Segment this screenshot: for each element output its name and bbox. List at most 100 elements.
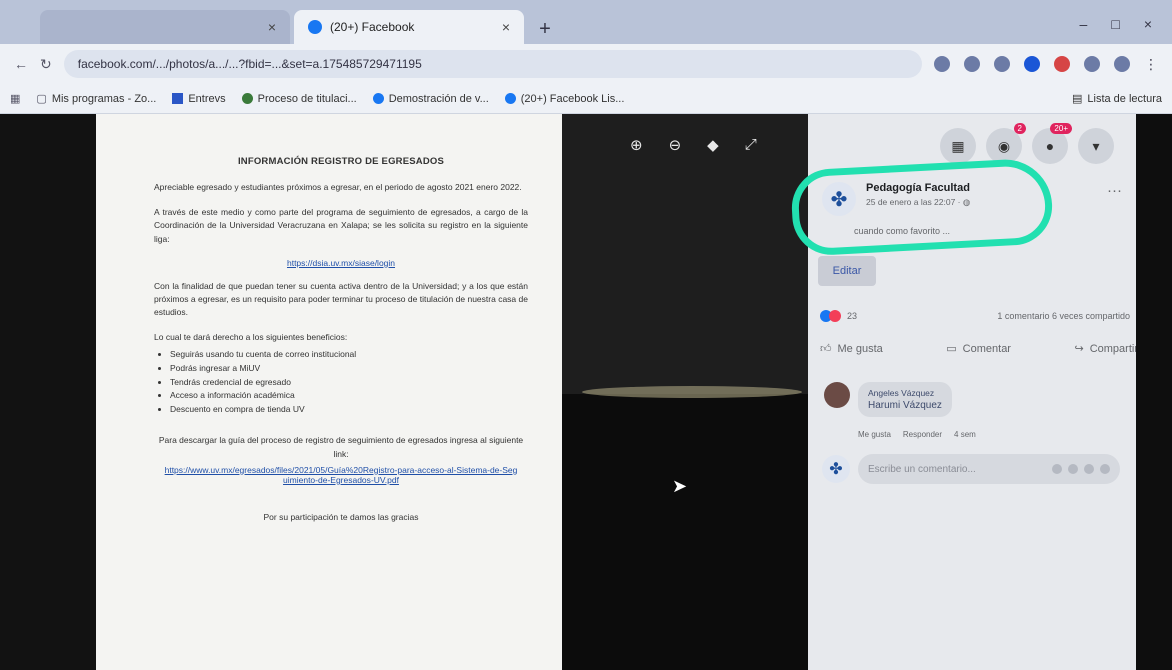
- comment-placeholder: Escribe un comentario...: [868, 463, 976, 475]
- bookmark-item[interactable]: Demostración de v...: [372, 93, 489, 105]
- post-meta: Pedagogía Facultad 25 de enero a las 22:…: [866, 182, 970, 208]
- puzzle-icon[interactable]: [1084, 56, 1100, 72]
- close-window-icon[interactable]: ×: [1144, 16, 1152, 32]
- star-icon[interactable]: [964, 56, 980, 72]
- facebook-post-panel: ▦ ◉ 2 ● 20+ ▾ ✤ Pedagogía Facultad 25 de e…: [789, 114, 1138, 670]
- comment-input[interactable]: Escribe un comentario...: [858, 454, 1120, 484]
- share-icon: ↪: [1074, 343, 1084, 355]
- comment-button[interactable]: ▭ Comentar: [946, 342, 1011, 356]
- apps-icon[interactable]: ▦: [10, 92, 20, 105]
- bookmark-item[interactable]: ▢ Mis programas - Zo...: [36, 92, 156, 106]
- document-title: INFORMACIÓN REGISTRO DE EGRESADOS: [237, 156, 445, 167]
- zoom-out-icon[interactable]: ⊖: [669, 136, 682, 154]
- comment-reply-link[interactable]: Responder: [903, 430, 942, 439]
- comment-item: Angeles Vázquez Harumi Vázquez: [824, 382, 952, 417]
- like-button[interactable]: 👍︎ Me gusta: [820, 342, 883, 356]
- post-stats[interactable]: 1 comentario 6 veces compartido: [997, 311, 1130, 321]
- comment-like-link[interactable]: Me gusta: [858, 430, 891, 439]
- zoom-in-icon[interactable]: ⊕: [630, 136, 643, 154]
- maximize-icon[interactable]: □: [1111, 16, 1119, 32]
- list-item: Descuento en compra de tienda UV: [170, 403, 528, 417]
- photo-glow: [582, 386, 802, 398]
- bookmark-item[interactable]: Entrevs: [172, 93, 226, 105]
- tab-label: (20+) Facebook: [330, 20, 415, 34]
- gif-icon[interactable]: [1084, 464, 1094, 474]
- browser-tabstrip: × (20+) Facebook × + – □ ×: [0, 0, 1172, 44]
- bookmark-icon: [372, 93, 384, 104]
- composer-tools: [1052, 464, 1110, 474]
- new-tab-button[interactable]: +: [530, 14, 560, 44]
- extension-icon[interactable]: [994, 56, 1010, 72]
- document-paragraph: Apreciable egresado y estudiantes próxim…: [154, 182, 522, 192]
- benefits-list: Seguirás usando tu cuenta de correo inst…: [170, 348, 528, 416]
- reaction-count[interactable]: 23: [847, 311, 857, 321]
- fb-top-icons: ▦ ◉ 2 ● 20+ ▾: [940, 123, 1114, 164]
- post-actions: 👍︎ Me gusta ▭ Comentar ↪ Compartir: [820, 342, 1138, 356]
- comment-meta: Me gusta Responder 4 sem: [858, 430, 976, 439]
- reading-list[interactable]: ▤ Lista de lectura: [1071, 92, 1162, 106]
- minimize-icon[interactable]: –: [1080, 16, 1088, 32]
- facebook-icon: [308, 20, 322, 34]
- mouse-cursor-icon: ➤: [672, 476, 688, 496]
- extension-blue-icon[interactable]: [1024, 56, 1040, 72]
- list-item: Seguirás usando tu cuenta de correo inst…: [170, 348, 528, 362]
- more-options-icon[interactable]: ···: [1107, 182, 1122, 199]
- browser-tab-inactive[interactable]: ×: [40, 10, 290, 44]
- close-icon[interactable]: ×: [268, 19, 276, 35]
- bookmark-item[interactable]: (20+) Facebook Lis...: [504, 93, 624, 105]
- commenter-avatar[interactable]: [824, 382, 850, 408]
- messenger-badge: 2: [1013, 123, 1026, 134]
- list-item: Tendrás credencial de egresado: [170, 376, 528, 390]
- page-name[interactable]: Pedagogía Facultad: [866, 182, 970, 194]
- share-button[interactable]: ↪ Compartir: [1074, 342, 1138, 356]
- post-subtext: cuando como favorito ...: [854, 226, 951, 236]
- list-item: Podrás ingresar a MiUV: [170, 362, 528, 376]
- list-item: Acceso a información académica: [170, 389, 528, 403]
- emoji-icon[interactable]: [1052, 464, 1062, 474]
- post-header: ✤ Pedagogía Facultad 25 de enero a las 2…: [822, 182, 1122, 216]
- profile-avatar[interactable]: [1114, 56, 1130, 72]
- address-bar: ← ↻ facebook.com/.../photos/a.../...?fbi…: [0, 44, 1172, 84]
- reactions-row: 23 1 comentario 6 veces compartido: [820, 310, 1130, 322]
- key-icon[interactable]: [934, 56, 950, 72]
- edit-button[interactable]: Editar: [818, 256, 876, 286]
- reload-icon[interactable]: ↻: [40, 56, 52, 73]
- bookmark-icon: [172, 93, 184, 104]
- extension-icons: ⋮: [934, 56, 1158, 73]
- tag-icon[interactable]: ◆: [707, 136, 719, 154]
- reading-list-icon: ▤: [1071, 93, 1083, 105]
- document-link: https://www.uv.mx/egresados/files/2021/0…: [164, 464, 518, 485]
- photo-viewer: INFORMACIÓN REGISTRO DE EGRESADOS Apreci…: [0, 114, 808, 670]
- facebook-icon: [504, 93, 516, 104]
- comment-composer: ✤ Escribe un comentario...: [822, 454, 1120, 484]
- post-date[interactable]: 25 de enero a las 22:07 · ◍: [866, 197, 970, 208]
- back-icon[interactable]: ←: [14, 56, 28, 72]
- comment-author[interactable]: Angeles Vázquez: [868, 388, 942, 398]
- comment-time[interactable]: 4 sem: [954, 430, 976, 439]
- page-avatar[interactable]: ✤: [822, 182, 856, 216]
- kebab-menu-icon[interactable]: ⋮: [1144, 56, 1158, 73]
- browser-tab-facebook[interactable]: (20+) Facebook ×: [294, 10, 524, 44]
- fullscreen-icon[interactable]: ⤢: [745, 136, 757, 154]
- document-paragraph: Lo cual te dará derecho a los siguientes…: [154, 332, 348, 343]
- my-avatar: ✤: [822, 455, 850, 483]
- sticker-icon[interactable]: [1100, 464, 1110, 474]
- comment-bubble: Angeles Vázquez Harumi Vázquez: [858, 382, 952, 417]
- notifications-icon[interactable]: ● 20+: [1032, 123, 1072, 164]
- comment-text[interactable]: Harumi Vázquez: [868, 400, 942, 411]
- love-reaction-icon: [829, 310, 841, 322]
- folder-icon: ▢: [36, 93, 47, 105]
- extension-red-icon[interactable]: [1054, 56, 1070, 72]
- account-chevron-icon[interactable]: ▾: [1078, 128, 1114, 164]
- notifications-badge: 20+: [1050, 123, 1072, 134]
- bookmark-item[interactable]: Proceso de titulaci...: [241, 93, 357, 105]
- camera-icon[interactable]: [1068, 464, 1078, 474]
- document-thanks: Por su participación te damos las gracia…: [263, 511, 419, 522]
- url-input[interactable]: facebook.com/.../photos/a.../...?fbid=..…: [63, 50, 922, 78]
- menu-grid-icon[interactable]: ▦: [940, 128, 976, 164]
- window-controls: – □ ×: [1080, 16, 1172, 44]
- close-icon[interactable]: ×: [502, 19, 510, 35]
- photo-document: INFORMACIÓN REGISTRO DE EGRESADOS Apreci…: [96, 114, 562, 670]
- messenger-icon[interactable]: ◉ 2: [986, 123, 1026, 164]
- globe-icon: ◍: [962, 197, 971, 207]
